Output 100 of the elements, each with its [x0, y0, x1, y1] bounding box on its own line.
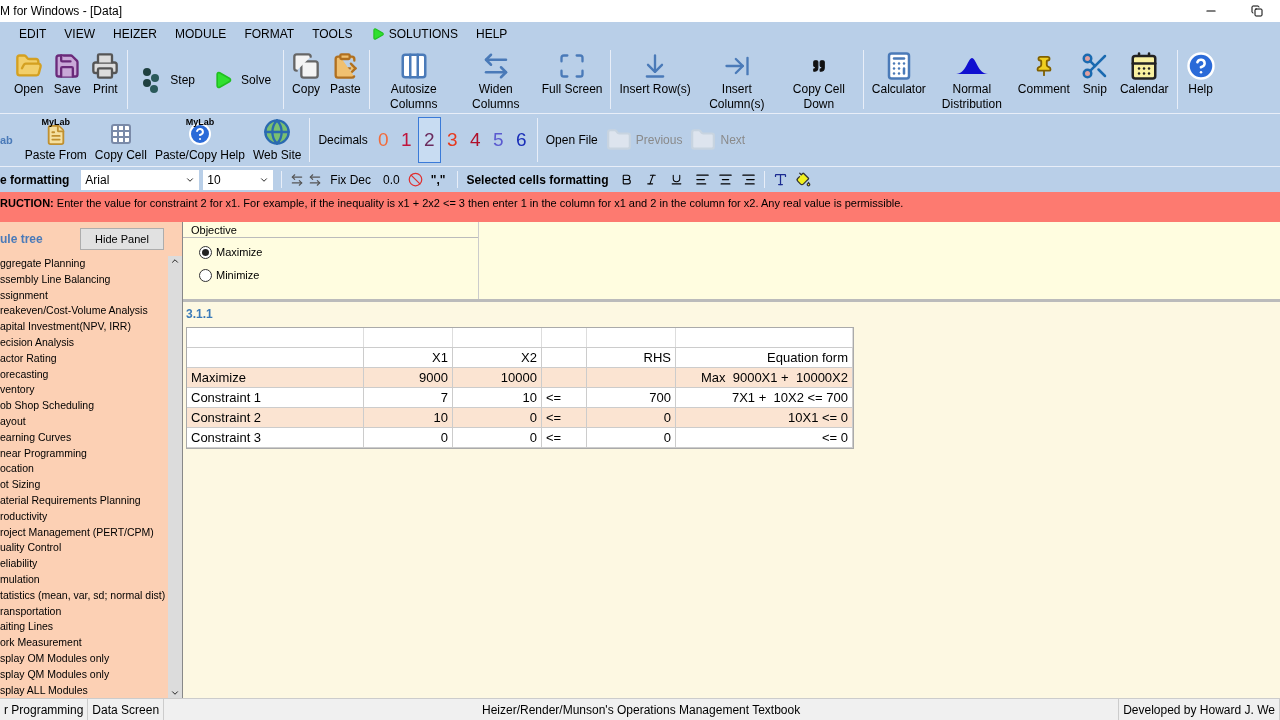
zero-format-button[interactable]: 0.0 — [379, 170, 404, 189]
table-cell[interactable]: 700 — [587, 388, 676, 407]
toolbar-button[interactable]: Snip — [1075, 46, 1114, 113]
no-zero-icon[interactable] — [407, 172, 423, 187]
hide-panel-button[interactable]: Hide Panel — [80, 228, 164, 250]
tree-list-entry[interactable]: ransportation — [0, 603, 168, 620]
table-cell[interactable]: <= — [542, 408, 587, 427]
table-cell[interactable]: 7X1 + 10X2 <= 700 — [676, 388, 853, 407]
tree-list-entry[interactable]: orecasting — [0, 366, 168, 383]
tree-list-entry[interactable]: splay ALL Modules — [0, 682, 168, 698]
table-cell[interactable]: 0 — [364, 428, 453, 447]
radio-option[interactable]: Maximize — [199, 244, 478, 261]
toolbar-button[interactable]: Paste — [326, 46, 365, 113]
align-left-icon[interactable] — [695, 172, 711, 187]
tree-list-entry[interactable]: ggregate Planning — [0, 256, 168, 272]
toolbar-button[interactable]: Copy Cell Down — [778, 46, 859, 113]
table-cell[interactable]: <= — [542, 428, 587, 447]
decimal-button[interactable]: 1 — [394, 117, 418, 163]
tree-list-entry[interactable]: ot Sizing — [0, 477, 168, 493]
table-cell[interactable]: 0 — [587, 428, 676, 447]
toolbar-button[interactable]: MyLab Paste From — [20, 116, 91, 164]
menu-item[interactable]: MODULE — [166, 25, 236, 43]
table-cell[interactable]: <= — [542, 388, 587, 407]
table-cell[interactable]: 0 — [453, 428, 542, 447]
bold-icon[interactable] — [620, 173, 634, 186]
menu-item[interactable]: SOLUTIONS — [361, 25, 467, 43]
align-center-icon[interactable] — [718, 172, 734, 187]
toolbar-button[interactable]: Full Screen — [537, 46, 607, 113]
toolbar-button[interactable]: Normal Distribution — [931, 46, 1012, 113]
toolbar-button[interactable]: Step — [132, 66, 204, 93]
decimal-button[interactable]: 4 — [463, 117, 487, 163]
italic-icon[interactable] — [645, 173, 659, 186]
tree-list-entry[interactable]: splay QM Modules only — [0, 666, 168, 683]
comma-button[interactable]: "," — [426, 170, 450, 189]
table-cell[interactable]: 0 — [587, 408, 676, 427]
tree-list-entry[interactable]: ork Measurement — [0, 635, 168, 651]
toolbar-button[interactable]: Web Site — [248, 116, 306, 164]
size-select[interactable]: 10 — [203, 169, 274, 190]
tree-list-entry[interactable]: ob Shop Scheduling — [0, 398, 168, 414]
tree-list-entry[interactable]: ecision Analysis — [0, 335, 168, 351]
table-cell[interactable]: Constraint 1 — [187, 388, 364, 407]
tree-list-entry[interactable]: roject Management (PERT/CPM) — [0, 524, 168, 541]
toolbar-button[interactable]: Comment — [1013, 46, 1074, 113]
table-cell[interactable]: Constraint 3 — [187, 428, 364, 447]
toolbar-button[interactable]: Help — [1181, 46, 1220, 113]
tree-list-entry[interactable]: mulation — [0, 571, 168, 588]
toolbar-button[interactable]: Insert Row(s) — [615, 46, 695, 113]
fix-dec-button[interactable]: Fix Dec — [326, 170, 375, 189]
table-cell[interactable]: Constraint 2 — [187, 408, 364, 427]
toolbar-button[interactable]: Calculator — [867, 46, 930, 113]
table-cell[interactable]: 10000 — [453, 368, 542, 387]
table-cell[interactable]: 9000 — [364, 368, 453, 387]
menu-item[interactable]: TOOLS — [303, 25, 362, 43]
decimal-button[interactable]: 2 — [417, 117, 441, 163]
font-color-icon[interactable] — [773, 172, 789, 187]
tree-list-entry[interactable]: ssignment — [0, 287, 168, 304]
toolbar-button[interactable]: Open — [10, 46, 48, 113]
tree-list-entry[interactable]: aterial Requirements Planning — [0, 492, 168, 509]
tree-list-entry[interactable]: actor Rating — [0, 350, 168, 367]
tree-list-entry[interactable]: eliability — [0, 556, 168, 572]
table-cell[interactable]: <= 0 — [676, 428, 853, 447]
toolbar-button[interactable]: Widen Columns — [455, 46, 536, 113]
menu-item[interactable]: HELP — [467, 25, 517, 43]
scroll-down-icon[interactable] — [170, 688, 180, 698]
decimal-button[interactable]: 6 — [509, 117, 533, 163]
decimal-increase-icon[interactable] — [290, 172, 305, 187]
tree-list-entry[interactable]: reakeven/Cost-Volume Analysis — [0, 303, 168, 320]
tree-list-entry[interactable]: tatistics (mean, var, sd; normal dist) — [0, 587, 168, 604]
table-cell[interactable]: 10 — [364, 408, 453, 427]
tree-list-entry[interactable]: ocation — [0, 461, 168, 478]
decimal-decrease-icon[interactable] — [308, 172, 323, 187]
toolbar-button[interactable]: Copy — [288, 46, 325, 113]
menu-item[interactable]: HEIZER — [104, 25, 167, 43]
toolbar-button[interactable]: Save — [49, 46, 86, 113]
menu-item[interactable]: FORMAT — [235, 25, 304, 43]
scrollbar[interactable] — [168, 256, 182, 698]
tree-list-entry[interactable]: earning Curves — [0, 429, 168, 446]
tree-list-entry[interactable]: near Programming — [0, 445, 168, 462]
underline-icon[interactable] — [670, 173, 684, 186]
toolbar-button[interactable]: MyLab Paste/Copy Help — [150, 116, 249, 164]
tree-list-entry[interactable]: apital Investment(NPV, IRR) — [0, 319, 168, 335]
fill-color-icon[interactable] — [796, 172, 812, 187]
tree-list-entry[interactable]: ayout — [0, 413, 168, 430]
toolbar-button[interactable]: Print — [87, 46, 124, 113]
scroll-up-icon[interactable] — [170, 256, 180, 266]
font-select[interactable]: Arial — [81, 169, 200, 190]
tree-list-entry[interactable]: splay OM Modules only — [0, 650, 168, 667]
table-cell[interactable]: Maximize — [187, 368, 364, 387]
toolbar-button[interactable]: Autosize Columns — [373, 46, 454, 113]
tree-list-entry[interactable]: ssembly Line Balancing — [0, 271, 168, 288]
menu-item[interactable]: VIEW — [55, 25, 104, 43]
toolbar-button[interactable]: Calendar — [1115, 46, 1173, 113]
table-cell[interactable]: 0 — [453, 408, 542, 427]
table-cell[interactable]: 10X1 <= 0 — [676, 408, 853, 427]
tree-list-entry[interactable]: aiting Lines — [0, 619, 168, 636]
table-cell[interactable]: 10 — [453, 388, 542, 407]
toolbar-button[interactable]: Solve — [205, 69, 280, 90]
align-right-icon[interactable] — [741, 172, 757, 187]
tree-list-entry[interactable]: ventory — [0, 382, 168, 399]
toolbar-button[interactable]: Copy Cell — [90, 116, 151, 164]
